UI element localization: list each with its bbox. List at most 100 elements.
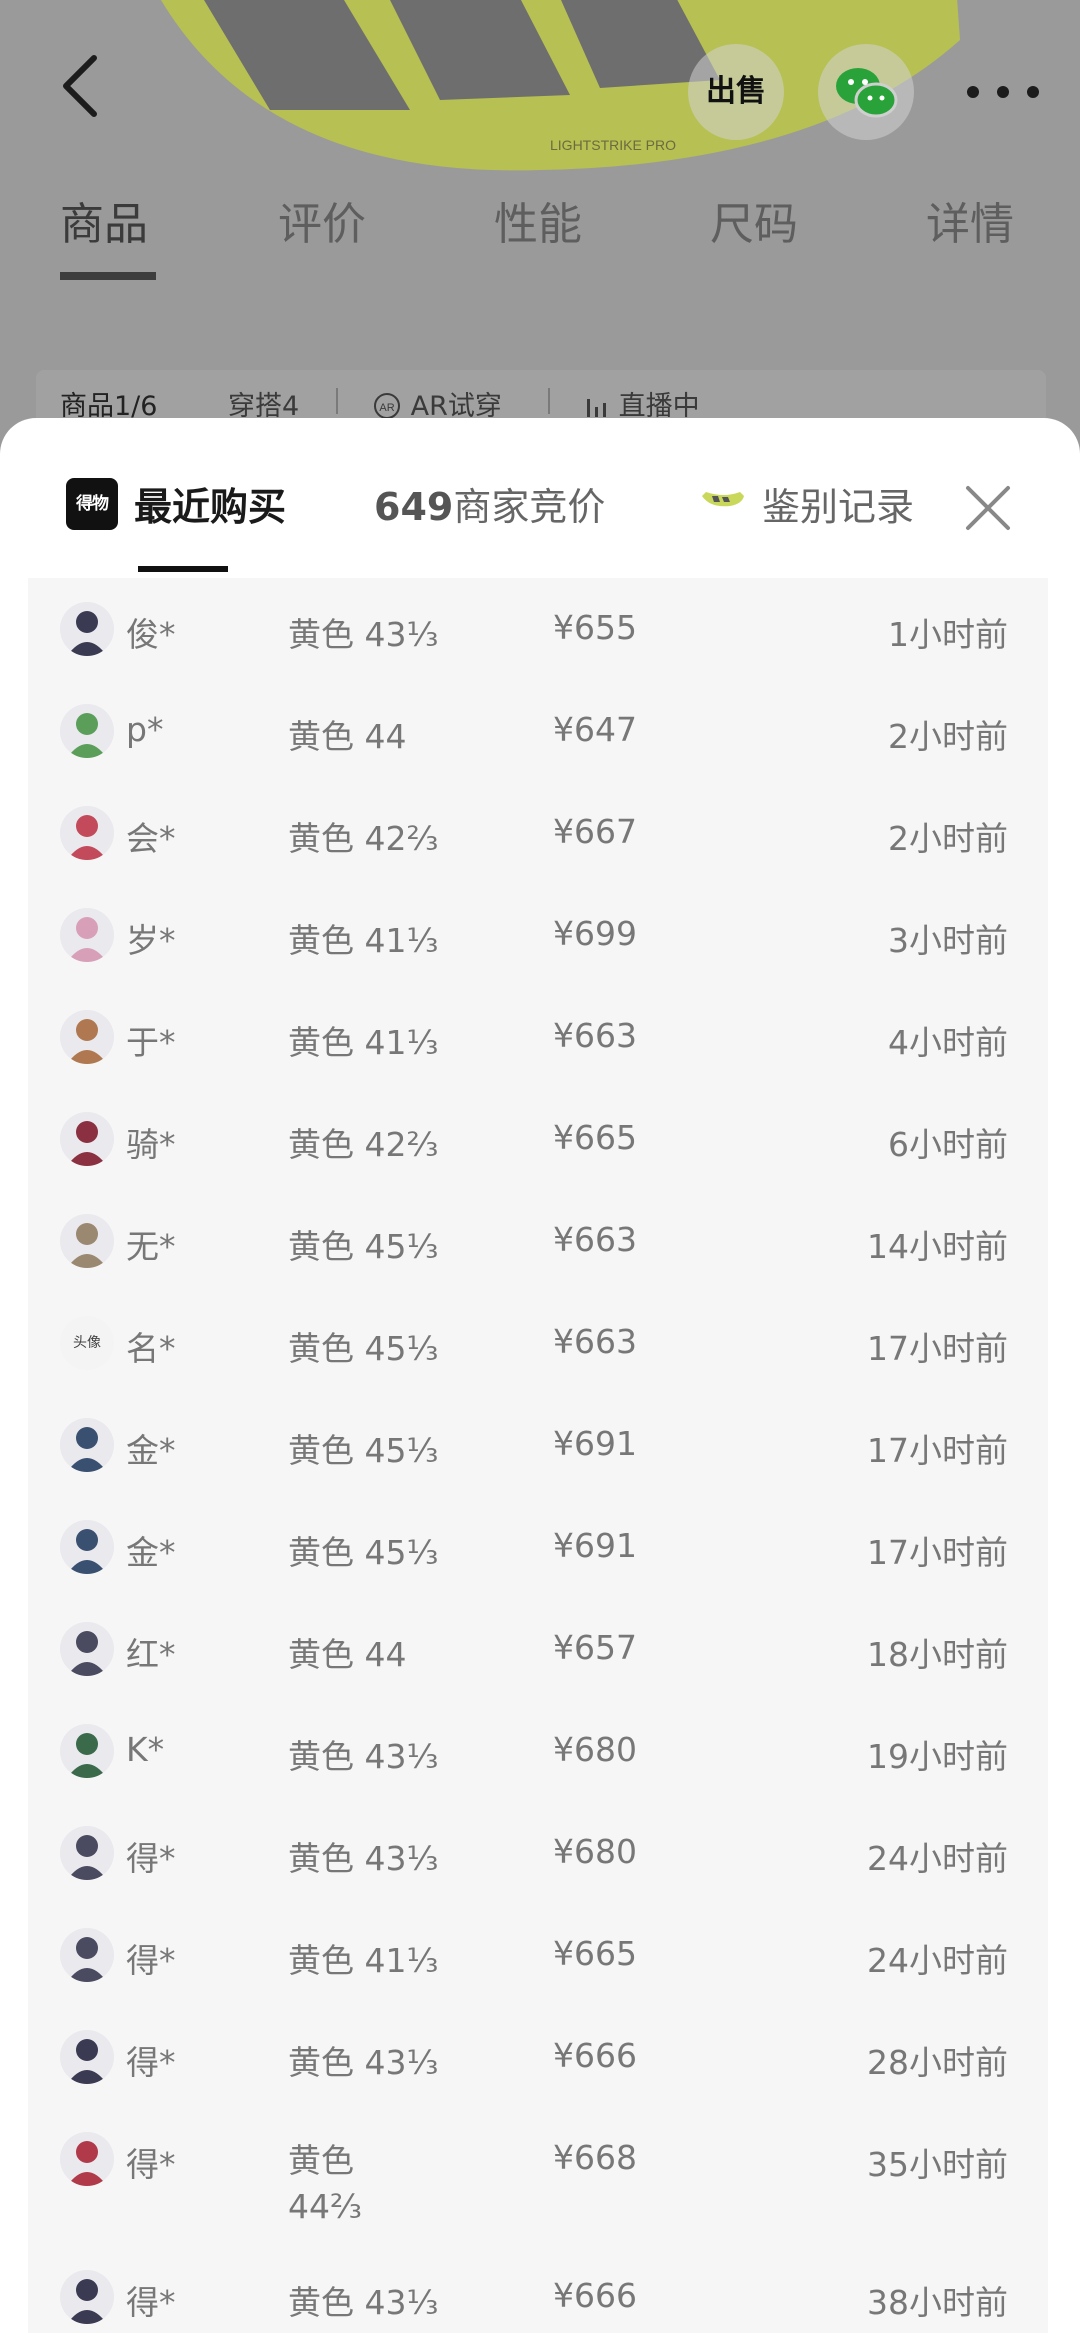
- size-spec: 黄色 42⅔: [288, 819, 439, 858]
- purchase-time: 17小时前: [867, 1329, 1008, 1368]
- buyer-name: 红*: [126, 1635, 176, 1674]
- tab-product[interactable]: 商品: [60, 188, 148, 252]
- size-spec: 黄色 41⅓: [288, 1941, 439, 1980]
- sale-price: ¥657: [553, 1628, 637, 1667]
- bid-label: 商家竞价: [453, 485, 606, 529]
- sale-price: ¥691: [553, 1526, 637, 1565]
- dewu-logo-icon: 得物: [66, 478, 118, 530]
- sale-price: ¥666: [553, 2036, 637, 2075]
- close-icon[interactable]: [960, 480, 1016, 536]
- wechat-icon: [836, 68, 898, 118]
- user-avatar: [60, 1928, 114, 1982]
- tab-merchant-bids[interactable]: 649商家竞价: [374, 476, 605, 531]
- active-tab-indicator: [60, 272, 156, 280]
- buyer-name: 岁*: [126, 921, 176, 960]
- sale-price: ¥699: [553, 914, 637, 953]
- sale-price: ¥680: [553, 1730, 637, 1769]
- sell-button-label: 出售: [706, 74, 766, 109]
- user-avatar: [60, 1520, 114, 1574]
- size-spec: 黄色 43⅓: [288, 2043, 439, 2082]
- size-spec: 黄色 43⅓: [288, 1737, 439, 1776]
- user-avatar: [60, 2030, 114, 2084]
- more-options-icon[interactable]: [958, 72, 1048, 112]
- wechat-share-button[interactable]: [818, 44, 914, 140]
- size-spec: 黄色 44: [288, 717, 407, 756]
- purchase-time: 18小时前: [867, 1635, 1008, 1674]
- back-arrow-icon[interactable]: [52, 50, 112, 120]
- product-page-background: LIGHTSTRIKE PRO 出售 商品 评价 性能 尺码 详情 商品1/6: [0, 0, 1080, 460]
- purchase-record-row: 得* 黄色 43⅓ ¥666 28小时前: [28, 2006, 1048, 2108]
- ar-icon: AR: [374, 393, 400, 419]
- size-spec: 黄色 45⅓: [288, 1329, 439, 1368]
- sale-price: ¥655: [553, 608, 637, 647]
- purchase-record-row: 得* 黄色 44⅔ ¥668 35小时前: [28, 2108, 1048, 2226]
- size-spec: 黄色 45⅓: [288, 1533, 439, 1572]
- purchase-record-row: 俊* 黄色 43⅓ ¥655 1小时前: [28, 578, 1048, 680]
- user-avatar: [60, 704, 114, 758]
- user-avatar: [60, 1010, 114, 1064]
- purchase-time: 4小时前: [888, 1023, 1008, 1062]
- user-avatar: [60, 1112, 114, 1166]
- purchase-record-row: 无* 黄色 45⅓ ¥663 14小时前: [28, 1190, 1048, 1292]
- purchase-record-row: p* 黄色 44 ¥647 2小时前: [28, 680, 1048, 782]
- tab-size[interactable]: 尺码: [710, 188, 798, 252]
- sale-price: ¥647: [553, 710, 637, 749]
- user-avatar: [60, 1622, 114, 1676]
- size-spec: 黄色 44⅔: [288, 2141, 362, 2226]
- user-avatar: [60, 1418, 114, 1472]
- buyer-name: 会*: [126, 819, 176, 858]
- size-spec: 黄色 42⅔: [288, 1125, 439, 1164]
- buyer-name: K*: [126, 1730, 165, 1769]
- purchase-time: 24小时前: [867, 1839, 1008, 1878]
- purchase-time: 38小时前: [867, 2283, 1008, 2322]
- purchase-records-list[interactable]: 俊* 黄色 43⅓ ¥655 1小时前 p* 黄色 44 ¥647 2小时前 会* 黄色 42⅔ ¥…: [28, 578, 1048, 2333]
- purchase-time: 2小时前: [888, 717, 1008, 756]
- sale-price: ¥691: [553, 1424, 637, 1463]
- user-avatar: [60, 806, 114, 860]
- bid-count: 649: [374, 485, 454, 529]
- sale-price: ¥665: [553, 1934, 637, 1973]
- sale-price: ¥663: [553, 1220, 637, 1259]
- shoe-thumbnail-icon: [702, 492, 744, 507]
- purchase-record-row: 岁* 黄色 41⅓ ¥699 3小时前: [28, 884, 1048, 986]
- tab-performance[interactable]: 性能: [494, 188, 582, 252]
- buyer-name: 金*: [126, 1533, 176, 1572]
- purchase-record-row: 于* 黄色 41⅓ ¥663 4小时前: [28, 986, 1048, 1088]
- buyer-name: 于*: [126, 1023, 176, 1062]
- size-spec: 黄色 45⅓: [288, 1431, 439, 1470]
- user-avatar: 头像: [60, 1316, 114, 1370]
- purchase-time: 3小时前: [888, 921, 1008, 960]
- purchase-record-row: K* 黄色 43⅓ ¥680 19小时前: [28, 1700, 1048, 1802]
- size-spec: 黄色 41⅓: [288, 921, 439, 960]
- sale-price: ¥666: [553, 2276, 637, 2315]
- purchase-record-row: 得* 黄色 43⅓ ¥666 38小时前: [28, 2246, 1048, 2333]
- purchase-time: 17小时前: [867, 1431, 1008, 1470]
- buyer-name: 金*: [126, 1431, 176, 1470]
- avatar-placeholder-text: 头像: [73, 1335, 101, 1351]
- purchase-time: 35小时前: [867, 2145, 1008, 2184]
- buyer-name: 骑*: [126, 1125, 176, 1164]
- size-spec: 黄色 43⅓: [288, 615, 439, 654]
- svg-text:AR: AR: [379, 402, 394, 414]
- buyer-name: 得*: [126, 2043, 176, 2082]
- user-avatar: [60, 2132, 114, 2186]
- user-avatar: [60, 2270, 114, 2324]
- chip-divider: [336, 388, 338, 414]
- purchase-record-row: 得* 黄色 43⅓ ¥680 24小时前: [28, 1802, 1048, 1904]
- auth-label: 鉴别记录: [762, 485, 915, 529]
- user-avatar: [60, 1724, 114, 1778]
- sell-button[interactable]: 出售: [688, 44, 784, 140]
- buyer-name: p*: [126, 710, 164, 749]
- purchase-time: 19小时前: [867, 1737, 1008, 1776]
- buyer-name: 俊*: [126, 615, 176, 654]
- tab-recent-purchases[interactable]: 最近购买: [134, 476, 286, 531]
- purchase-record-row: 金* 黄色 45⅓ ¥691 17小时前: [28, 1394, 1048, 1496]
- user-avatar: [60, 1826, 114, 1880]
- tab-details[interactable]: 详情: [926, 188, 1014, 252]
- user-avatar: [60, 1214, 114, 1268]
- active-tab-indicator: [138, 566, 228, 572]
- sale-price: ¥663: [553, 1016, 637, 1055]
- tab-authentication-records[interactable]: 鉴别记录: [700, 476, 914, 531]
- tab-reviews[interactable]: 评价: [278, 188, 366, 252]
- buyer-name: 得*: [126, 2283, 176, 2322]
